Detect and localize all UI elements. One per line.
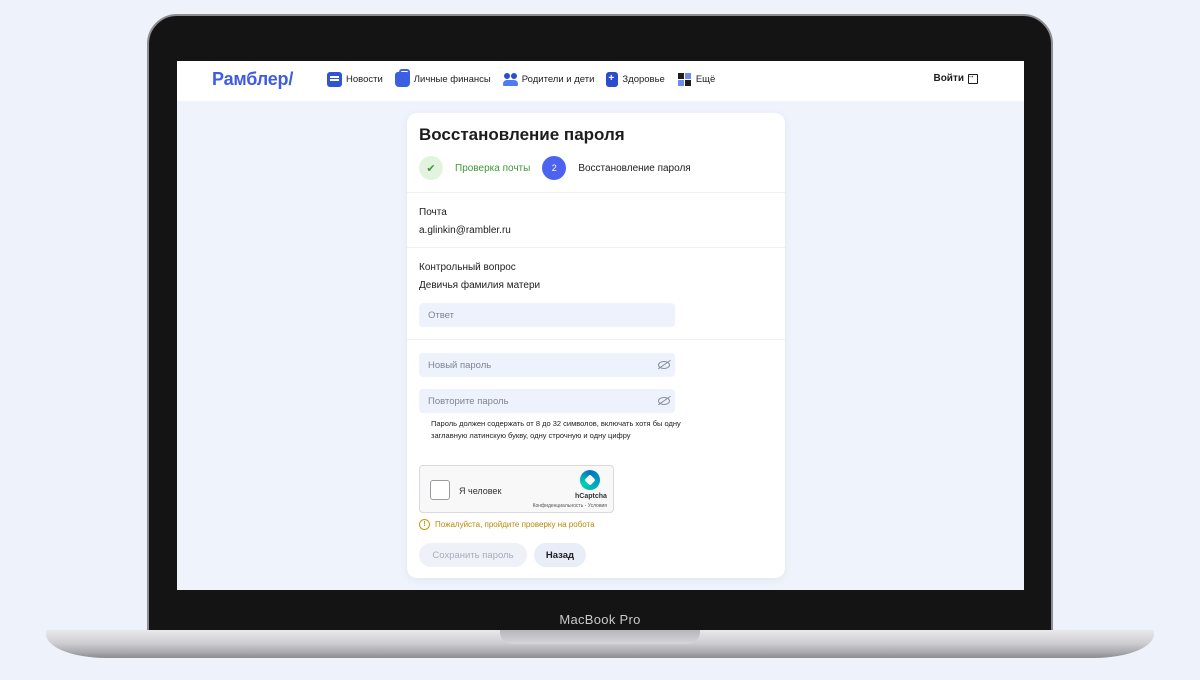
page-title: Восстановление пароля	[419, 125, 625, 144]
password-hint: Пароль должен содержать от 8 до 32 симво…	[431, 419, 681, 440]
repeat-password-input[interactable]	[419, 389, 675, 413]
hcaptcha-widget: Я человек hCaptcha Конфиденциальность - …	[419, 465, 614, 513]
main-nav: Новости Личные финансы Родители и дети З…	[327, 69, 715, 87]
nav-item-family[interactable]: Родители и дети	[502, 72, 595, 87]
question-value: Девичья фамилия матери	[419, 280, 541, 291]
stepper: ✔ Проверка почты 2 Восстановление пароля	[419, 156, 691, 180]
laptop-notch	[500, 630, 700, 644]
news-icon	[327, 72, 342, 87]
rambler-logo[interactable]: Рамблер/	[212, 69, 293, 90]
answer-input[interactable]	[419, 303, 675, 327]
site-header: Рамблер/ Новости Личные финансы Родители…	[177, 61, 1024, 101]
captcha-checkbox-label: Я человек	[459, 486, 502, 496]
nav-item-more[interactable]: Ещё	[677, 72, 715, 87]
nav-item-label: Ещё	[695, 74, 716, 85]
check-icon: ✔	[426, 162, 436, 175]
device-label: MacBook Pro	[559, 612, 641, 627]
nav-item-label: Личные финансы	[413, 74, 491, 85]
nav-item-news[interactable]: Новости	[327, 72, 383, 87]
eye-off-icon[interactable]	[658, 361, 670, 369]
hcaptcha-brand: hCaptcha	[575, 493, 607, 500]
login-icon	[966, 70, 978, 84]
hcaptcha-logo-icon	[580, 470, 600, 490]
nav-item-health[interactable]: Здоровье	[606, 72, 665, 87]
warning-text: Пожалуйста, пройдите проверку на робота	[435, 520, 595, 529]
question-label: Контрольный вопрос	[419, 262, 516, 273]
email-label: Почта	[419, 207, 447, 218]
divider	[407, 339, 785, 340]
family-icon	[502, 72, 518, 87]
save-password-button[interactable]: Сохранить пароль	[419, 543, 527, 567]
login-label: Войти	[933, 73, 964, 84]
captcha-checkbox[interactable]	[430, 480, 450, 500]
nav-item-label: Новости	[346, 74, 383, 85]
step-label: Проверка почты	[455, 162, 531, 174]
health-icon	[606, 72, 619, 87]
password-recovery-card: Восстановление пароля ✔ Проверка почты 2…	[407, 113, 785, 578]
browser-screen: Рамблер/ Новости Личные финансы Родители…	[177, 61, 1024, 590]
email-value: a.glinkin@rambler.ru	[419, 225, 511, 236]
back-button[interactable]: Назад	[534, 543, 586, 567]
warning-icon: !	[419, 519, 430, 530]
nav-item-finance[interactable]: Личные финансы	[394, 69, 491, 87]
step-current-badge: 2	[542, 156, 567, 180]
new-password-input[interactable]	[419, 353, 675, 377]
step-label: Восстановление пароля	[578, 162, 691, 174]
nav-item-label: Здоровье	[622, 74, 665, 85]
nav-item-label: Родители и дети	[521, 74, 595, 85]
captcha-warning: ! Пожалуйста, пройдите проверку на робот…	[419, 519, 595, 530]
eye-off-icon[interactable]	[658, 397, 670, 405]
wallet-icon	[394, 69, 410, 87]
grid-icon	[677, 72, 692, 87]
divider	[407, 192, 785, 193]
login-button[interactable]: Войти	[933, 70, 978, 84]
hcaptcha-links[interactable]: Конфиденциальность - Условия	[533, 503, 607, 509]
divider	[407, 247, 785, 248]
step-done-badge: ✔	[419, 156, 443, 180]
